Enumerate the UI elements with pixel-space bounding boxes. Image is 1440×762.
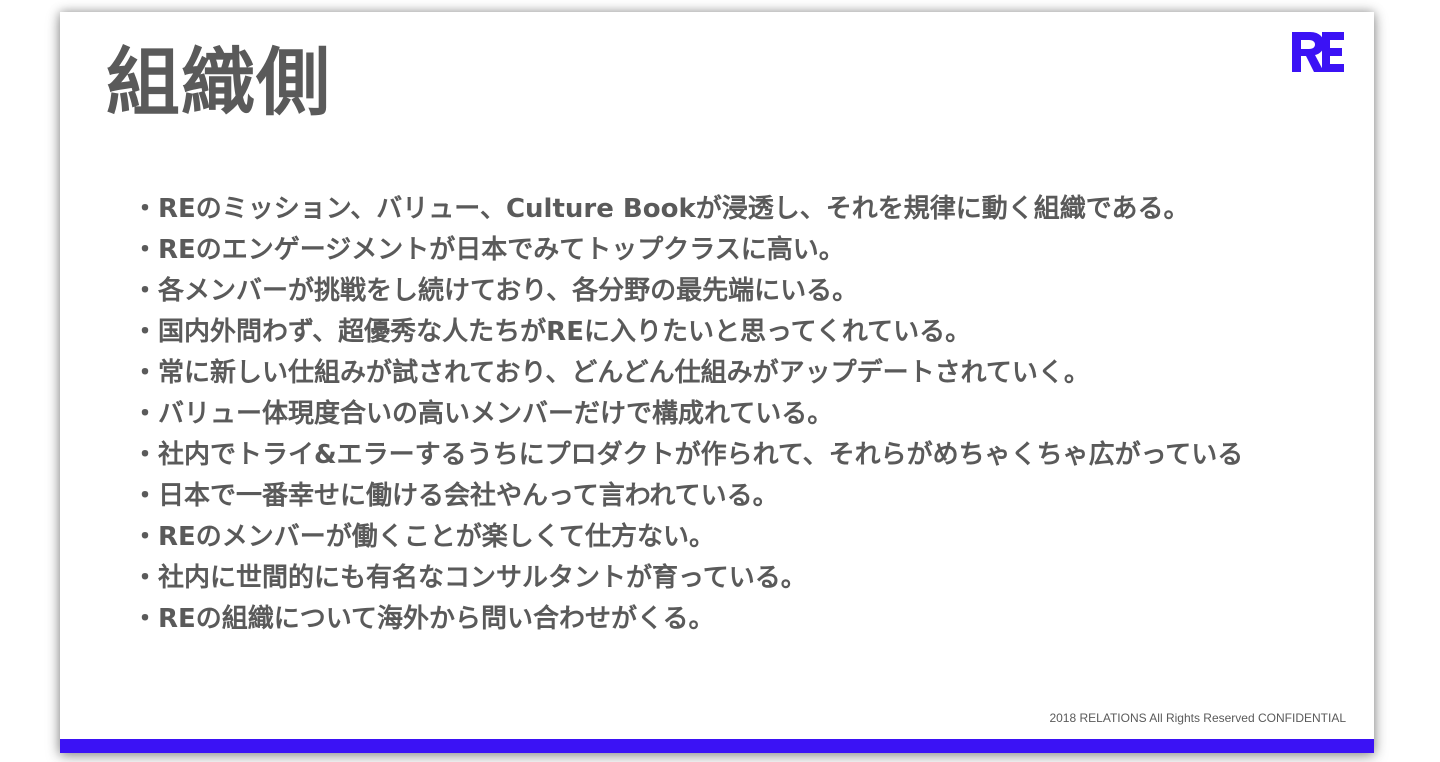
list-item: ・社内でトライ&エラーするうちにプロダクトが作られて、それらがめちゃくちゃ広がっ… [132,435,1243,476]
list-item-text: REのミッション、バリュー、Culture Bookが浸透し、それを規律に動く組… [158,194,1190,224]
list-item: ・REのエンゲージメントが日本でみてトップクラスに高い。 [132,230,1243,271]
bullet-mark: ・ [132,317,159,347]
bullet-mark: ・ [132,563,159,593]
bullet-mark: ・ [132,522,159,552]
list-item: ・バリュー体現度合いの高いメンバーだけで構成れている。 [132,394,1243,435]
list-item-text: REの組織について海外から問い合わせがくる。 [158,604,715,634]
bullet-mark: ・ [132,194,159,224]
list-item: ・REの組織について海外から問い合わせがくる。 [132,599,1243,640]
list-item: ・日本で一番幸せに働ける会社やんって言われている。 [132,476,1243,517]
list-item-text: REのメンバーが働くことが楽しくて仕方ない。 [158,522,716,552]
list-item-text: 社内に世間的にも有名なコンサルタントが育っている。 [158,563,807,593]
bullet-mark: ・ [132,358,159,388]
list-item-text: REのエンゲージメントが日本でみてトップクラスに高い。 [158,235,845,265]
bullet-mark: ・ [132,399,159,429]
slide: 組織側 ・REのミッション、バリュー、Culture Bookが浸透し、それを規… [60,12,1374,753]
list-item: ・REのメンバーが働くことが楽しくて仕方ない。 [132,517,1243,558]
bullet-mark: ・ [132,604,159,634]
list-item-text: バリュー体現度合いの高いメンバーだけで構成れている。 [158,399,834,429]
list-item: ・常に新しい仕組みが試されており、どんどん仕組みがアップデートされていく。 [132,353,1243,394]
re-logo-icon [1292,32,1344,72]
list-item-text: 常に新しい仕組みが試されており、どんどん仕組みがアップデートされていく。 [158,358,1090,388]
presentation-stage: 組織側 ・REのミッション、バリュー、Culture Bookが浸透し、それを規… [0,0,1440,762]
list-item: ・国内外問わず、超優秀な人たちがREに入りたいと思ってくれている。 [132,312,1243,353]
slide-title: 組織側 [106,40,331,126]
list-item-text: 国内外問わず、超優秀な人たちがREに入りたいと思ってくれている。 [158,317,972,347]
accent-bar [60,739,1374,753]
copyright-footer: 2018 RELATIONS All Rights Reserved CONFI… [1049,711,1346,725]
list-item-text: 日本で一番幸せに働ける会社やんって言われている。 [158,481,779,511]
list-item: ・各メンバーが挑戦をし続けており、各分野の最先端にいる。 [132,271,1243,312]
list-item-text: 社内でトライ&エラーするうちにプロダクトが作られて、それらがめちゃくちゃ広がって… [158,440,1244,470]
bullet-mark: ・ [132,481,159,511]
bullet-list: ・REのミッション、バリュー、Culture Bookが浸透し、それを規律に動く… [132,189,1243,640]
bullet-mark: ・ [132,276,159,306]
bullet-mark: ・ [132,235,159,265]
list-item: ・社内に世間的にも有名なコンサルタントが育っている。 [132,558,1243,599]
list-item-text: 各メンバーが挑戦をし続けており、各分野の最先端にいる。 [158,276,859,306]
bullet-mark: ・ [132,440,159,470]
list-item: ・REのミッション、バリュー、Culture Bookが浸透し、それを規律に動く… [132,189,1243,230]
